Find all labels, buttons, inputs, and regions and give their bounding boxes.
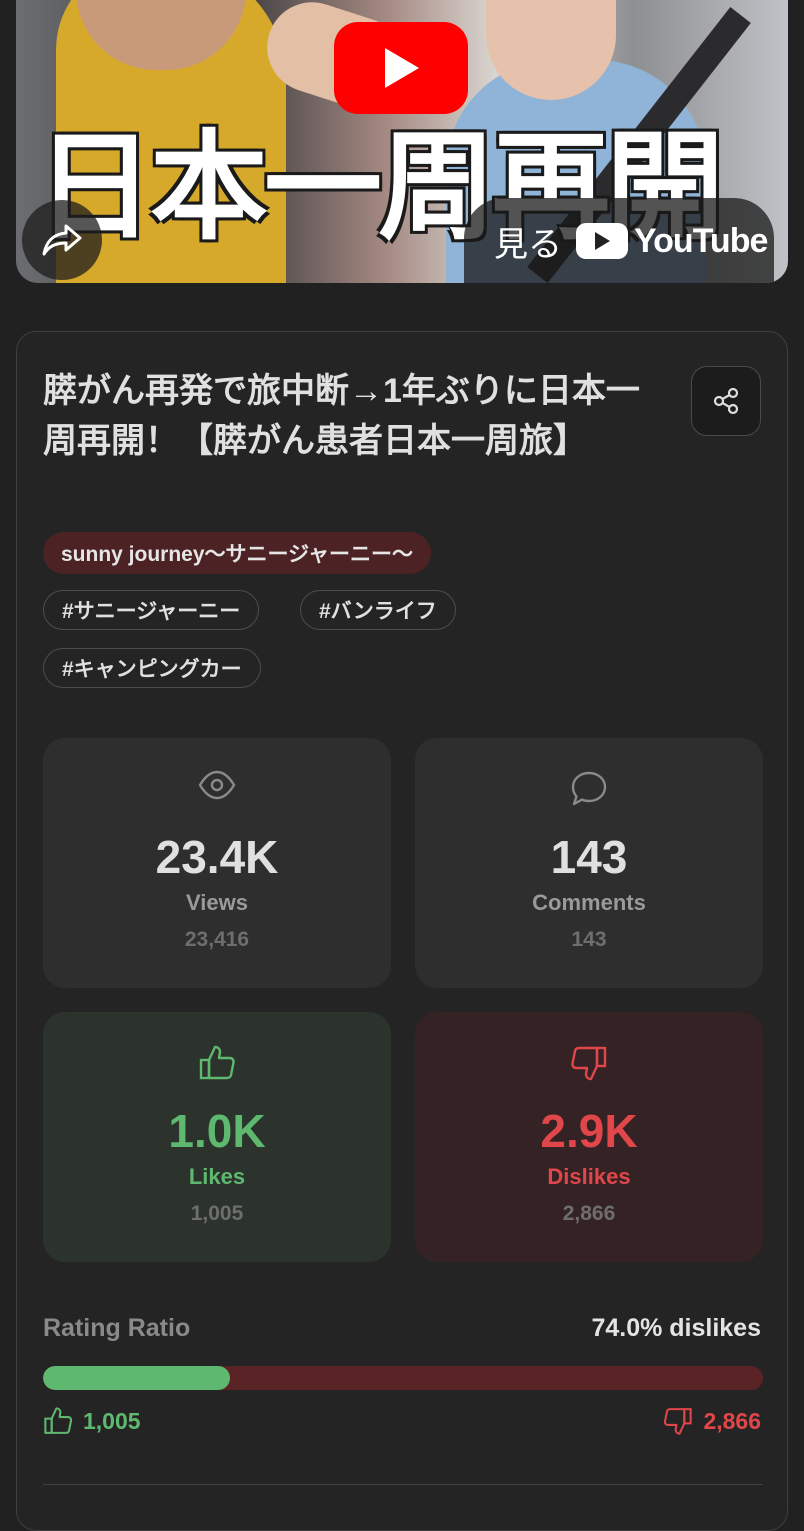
views-label: Views	[186, 890, 248, 915]
views-stat-card: 23.4K Views 23,416	[43, 738, 391, 988]
youtube-wordmark: YouTube	[634, 221, 768, 260]
share-button[interactable]	[691, 366, 761, 436]
rating-likes-count: 1,005	[83, 1407, 141, 1434]
video-thumbnail[interactable]: 日本一周再開 見る YouTube	[16, 0, 788, 283]
rating-dislikes: 2,866	[663, 1406, 761, 1436]
rating-ratio-value: 74.0% dislikes	[591, 1314, 761, 1342]
youtube-logo-icon	[576, 223, 628, 259]
channel-chip[interactable]: sunny journey〜サニージャーニー〜	[43, 532, 432, 574]
play-icon	[385, 48, 419, 88]
rating-ratio-label: Rating Ratio	[43, 1314, 191, 1342]
tag-chip[interactable]: #バンライフ	[300, 590, 456, 630]
likes-count: 1.0K	[168, 1105, 266, 1157]
likes-exact: 1,005	[190, 1202, 244, 1225]
comments-exact: 143	[571, 928, 607, 951]
play-button[interactable]	[334, 22, 468, 114]
dislikes-stat-card: 2.9K Dislikes 2,866	[415, 1012, 763, 1262]
divider	[43, 1484, 763, 1485]
comments-label: Comments	[532, 890, 646, 915]
views-count: 23.4K	[155, 831, 279, 883]
forward-arrow-icon	[42, 224, 82, 256]
thumbs-down-icon	[664, 1408, 693, 1435]
likes-label: Likes	[188, 1164, 246, 1189]
thumbs-down-icon	[571, 1046, 607, 1081]
rating-likes: 1,005	[43, 1406, 141, 1436]
video-info-card: 膵がん再発で旅中断→1年ぶりに日本一周再開！【膵がん患者日本一周旅】 sunny…	[16, 331, 788, 1531]
dislikes-exact: 2,866	[562, 1202, 616, 1225]
rating-bar-like-fill	[43, 1366, 231, 1390]
comments-stat-card: 143 Comments 143	[415, 738, 763, 988]
dislikes-label: Dislikes	[547, 1164, 631, 1189]
likes-stat-card: 1.0K Likes 1,005	[43, 1012, 391, 1262]
dislikes-count: 2.9K	[540, 1105, 638, 1157]
tag-chip[interactable]: #サニージャーニー	[43, 590, 260, 630]
thumbs-up-icon	[44, 1407, 73, 1434]
thumbs-up-icon	[199, 1045, 235, 1080]
thumbnail-share-button[interactable]	[22, 200, 102, 280]
share-nodes-icon	[713, 387, 739, 415]
rating-bar	[43, 1366, 763, 1390]
comments-count: 143	[550, 831, 628, 883]
tag-chip[interactable]: #キャンピングカー	[43, 648, 261, 688]
eye-icon	[198, 770, 236, 800]
rating-dislikes-count: 2,866	[703, 1407, 761, 1434]
video-title: 膵がん再発で旅中断→1年ぶりに日本一周再開！【膵がん患者日本一周旅】	[43, 372, 640, 460]
views-exact: 23,416	[184, 928, 250, 951]
comment-icon	[571, 771, 607, 806]
watch-on-youtube-button[interactable]: 見る YouTube	[464, 198, 774, 283]
watch-label: 見る	[494, 225, 562, 264]
